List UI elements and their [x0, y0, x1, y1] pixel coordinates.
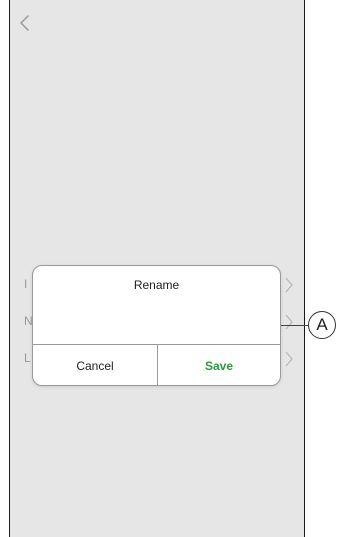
save-button[interactable]: Save: [157, 345, 280, 385]
background-item-label: L: [24, 351, 31, 365]
chevron-right-icon: [285, 277, 293, 293]
back-arrow-icon[interactable]: [18, 14, 32, 32]
dialog-title: Rename: [133, 278, 180, 292]
rename-dialog: Rename Cancel Save: [32, 265, 281, 386]
chevron-right-icon: [285, 351, 293, 367]
chevron-right-icon: [285, 314, 293, 330]
rename-input[interactable]: [47, 302, 266, 332]
callout-marker: A: [308, 311, 336, 339]
callout-leader-line: [281, 325, 309, 326]
cancel-button[interactable]: Cancel: [33, 345, 157, 385]
background-item-label: I: [24, 277, 28, 291]
